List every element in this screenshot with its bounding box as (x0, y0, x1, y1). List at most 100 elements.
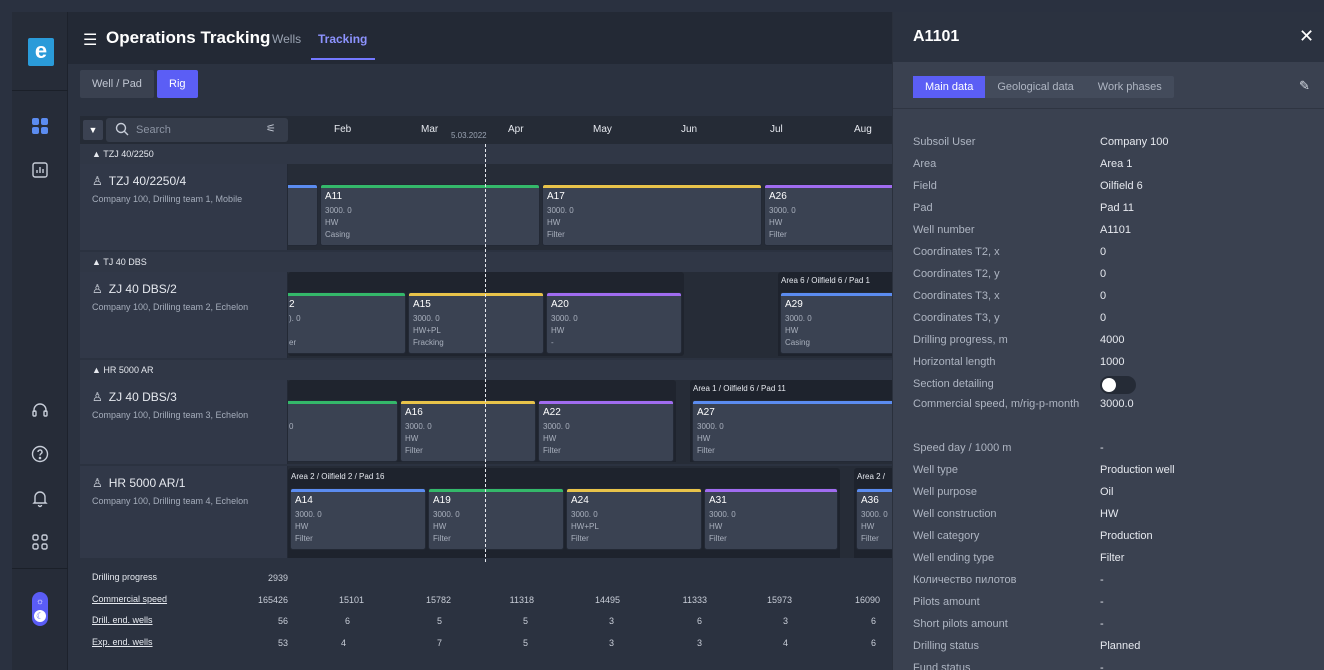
segment-well-pad[interactable]: Well / Pad (80, 70, 154, 98)
close-icon[interactable]: ✕ (1299, 26, 1314, 47)
field-label: Well type (913, 464, 959, 476)
field-value: - (1100, 574, 1104, 586)
timeline-header: ▼ Search ⚟ Feb Mar Apr May Jun Jul Aug 5… (80, 116, 910, 144)
segment-rig[interactable]: Rig (157, 70, 198, 98)
field-value: Oilfield 6 (1100, 180, 1143, 192)
rig-timeline-track: 0 A16 3000. 0 HW Filter A22 3000. 0 HW Filter … (288, 380, 910, 464)
well-detail-panel: A1101 ✕ Main data Geological data Work p… (892, 12, 1324, 670)
well-bar[interactable]: A31 3000. 0 HW Filter (704, 488, 838, 550)
collapse-dropdown-button[interactable]: ▼ (83, 120, 103, 140)
rig-group-header[interactable]: ▲ TJ 40 DBS (80, 252, 910, 272)
well-bar[interactable]: A17 3000. 0 HW Filter (542, 184, 762, 246)
field-value: Production well (1100, 464, 1175, 476)
stat-value: 14495 (594, 595, 620, 605)
month-label: Mar (421, 124, 439, 135)
field-label: Well construction (913, 508, 997, 520)
rig-group-header[interactable]: ▲ TZJ 40/2250 (80, 144, 910, 164)
well-bar[interactable] (288, 184, 318, 246)
well-bar[interactable]: A19 3000. 0 HW Filter (428, 488, 564, 550)
well-bar[interactable]: 2). 0 er (288, 292, 406, 354)
field-label: Commercial speed, m/rig-p-month (913, 398, 1080, 410)
summary-stats: Drilling progress 2939 Commercial speed … (80, 562, 910, 670)
stat-value: 4 (340, 638, 346, 648)
help-icon[interactable] (28, 442, 52, 466)
search-box[interactable]: Search ⚟ (106, 118, 288, 142)
stat-total: 2939 (267, 573, 288, 583)
hamburger-menu-icon[interactable]: ☰ (83, 30, 97, 50)
rig-row-label[interactable]: ♙ HR 5000 AR/1 Company 100, Drilling team… (80, 466, 288, 558)
field-label: Section detailing (913, 378, 994, 390)
panel-tabs: Main data Geological data Work phases (913, 76, 1174, 98)
field-label: Well ending type (913, 552, 995, 564)
well-bar[interactable]: A29 3000. 0 HW Casing (780, 292, 910, 354)
drilling-rig-icon: ♙ (92, 476, 103, 490)
tab-tracking[interactable]: Tracking (318, 32, 367, 46)
stat-value: 11333 (682, 595, 707, 605)
field-label: Well number (913, 224, 975, 236)
well-bar[interactable]: A20 3000. 0 HW - (546, 292, 682, 354)
stat-label-link[interactable]: Exp. end. wells (92, 637, 153, 647)
rig-timeline-track: 2). 0 er A15 3000. 0 HW+PL Fracking A20 3000.… (288, 272, 910, 358)
field-value: 0 (1100, 246, 1107, 258)
moon-icon: ☾ (34, 610, 46, 622)
field-value: 4000 (1100, 334, 1125, 346)
rig-description: Company 100, Drilling team 1, Mobile (92, 194, 243, 204)
rig-row-label[interactable]: ♙ ZJ 40 DBS/2 Company 100, Drilling team … (80, 272, 288, 358)
rig-row-label[interactable]: ♙ ZJ 40 DBS/3 Company 100, Drilling team … (80, 380, 288, 464)
field-value: - (1100, 662, 1104, 670)
well-bar[interactable]: A24 3000. 0 HW+PL Filter (566, 488, 702, 550)
well-bar[interactable]: A11 3000. 0 HW Casing (320, 184, 540, 246)
field-label: Coordinates T2, x (913, 246, 1000, 258)
rig-row: ♙ HR 5000 AR/1 Company 100, Drilling team… (80, 466, 910, 558)
tab-main-data[interactable]: Main data (913, 76, 986, 98)
well-bar[interactable]: A15 3000. 0 HW+PL Fracking (408, 292, 544, 354)
stat-value: 15101 (338, 595, 364, 605)
reports-icon[interactable] (28, 158, 52, 182)
field-label: Pad (913, 202, 933, 214)
notification-bell-icon[interactable] (28, 486, 52, 510)
well-bar[interactable]: A14 3000. 0 HW Filter (290, 488, 426, 550)
stat-label-link[interactable]: Commercial speed (92, 594, 167, 604)
theme-toggle[interactable]: ☼ ☾ (32, 592, 48, 626)
dashboard-icon[interactable] (28, 114, 52, 138)
rig-name: ♙ TZJ 40/2250/4 (92, 174, 187, 188)
field-value: Production (1100, 530, 1153, 542)
well-bar[interactable]: A22 3000. 0 HW Filter (538, 400, 674, 462)
search-input[interactable]: Search (136, 124, 171, 136)
filter-settings-icon[interactable]: ⚟ (266, 122, 276, 135)
field-value: Filter (1100, 552, 1125, 564)
stat-value: 6 (870, 616, 876, 626)
field-label: Coordinates T3, y (913, 312, 1000, 324)
month-label: Feb (334, 124, 352, 135)
rig-row-label[interactable]: ♙ TZJ 40/2250/4 Company 100, Drilling tea… (80, 164, 288, 250)
rig-row: ♙ TZJ 40/2250/4 Company 100, Drilling tea… (80, 164, 910, 250)
month-label: Aug (854, 124, 872, 135)
rig-row: ♙ ZJ 40 DBS/2 Company 100, Drilling team … (80, 272, 910, 358)
tab-geological-data[interactable]: Geological data (985, 76, 1085, 98)
view-toolbar: Well / Pad Rig (68, 64, 898, 104)
rig-group-header[interactable]: ▲ HR 5000 AR (80, 360, 910, 380)
edit-pencil-icon[interactable]: ✎ (1299, 78, 1310, 94)
stat-total: 53 (277, 638, 288, 648)
app-logo[interactable]: e (28, 38, 54, 66)
rig-timeline-track: A11 3000. 0 HW Casing A17 3000. 0 HW Filter A2… (288, 164, 910, 250)
stat-value: 3 (782, 616, 788, 626)
well-bar[interactable]: 0 (288, 400, 398, 462)
stat-total: 56 (277, 616, 288, 626)
field-label: Field (913, 180, 937, 192)
field-label: Drilling progress, m (913, 334, 1008, 346)
section-detailing-toggle[interactable] (1100, 376, 1136, 394)
sun-icon: ☼ (35, 596, 45, 606)
headset-icon[interactable] (28, 398, 52, 422)
stat-value: 6 (870, 638, 876, 648)
stat-label-link[interactable]: Drill. end. wells (92, 615, 153, 625)
tab-wells[interactable]: Wells (272, 32, 301, 46)
well-bar[interactable]: A16 3000. 0 HW Filter (400, 400, 536, 462)
panel-header: A1101 ✕ (893, 12, 1324, 62)
stat-value: 5 (522, 616, 528, 626)
app-window: e ☼ ☾ ☰ Operations Tracking Wells Tracki (12, 12, 1324, 670)
well-bar[interactable]: A26 3000. 0 HW Filter (764, 184, 910, 246)
apps-grid-icon[interactable] (28, 530, 52, 554)
well-bar[interactable]: A27 3000. 0 HW Filter (692, 400, 910, 462)
tab-work-phases[interactable]: Work phases (1086, 76, 1174, 98)
